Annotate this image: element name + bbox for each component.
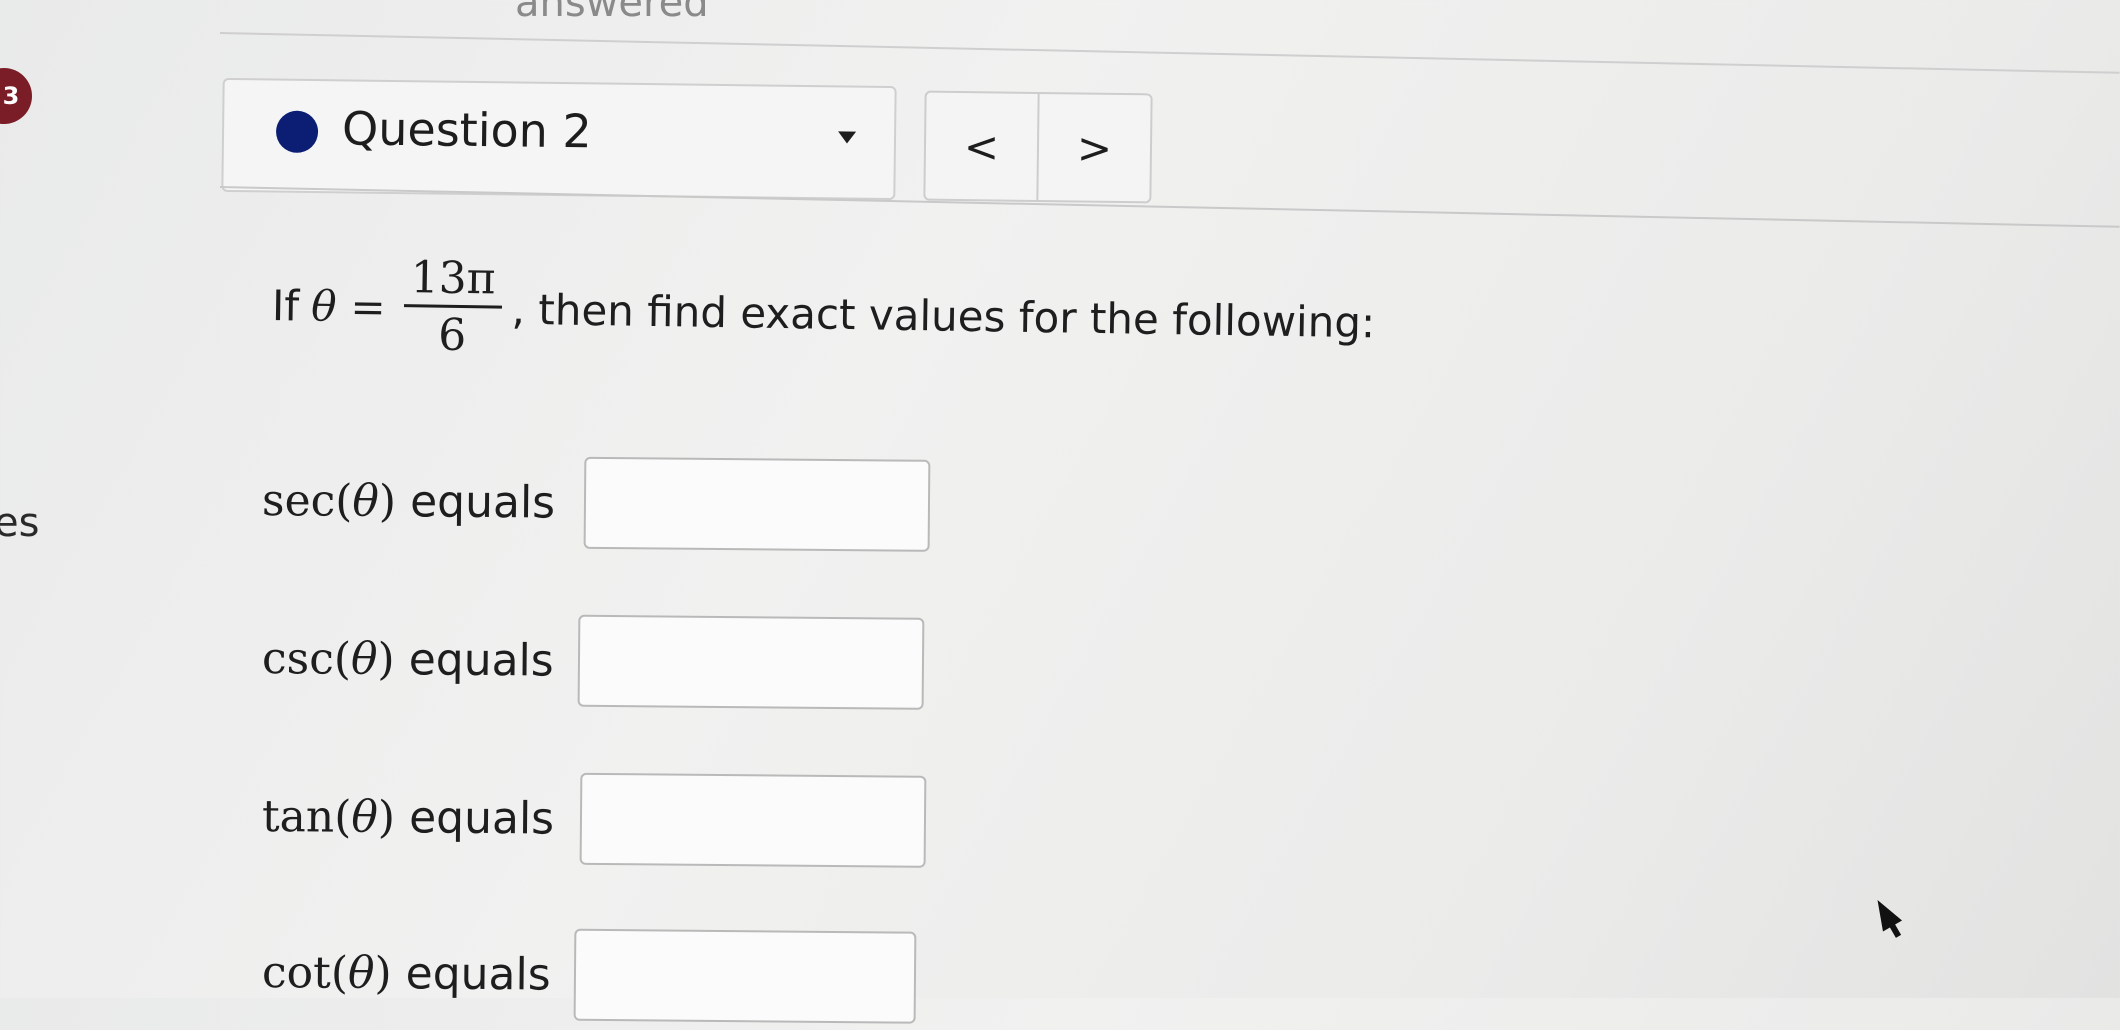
sec-function-name: sec(θ)	[261, 474, 397, 527]
problem-prefix: If	[271, 280, 300, 330]
question-label: Question 2	[341, 101, 593, 159]
tan-label: tan(θ) equals	[262, 791, 580, 845]
problem-statement: If θ = 13π 6 , then find exact values fo…	[271, 250, 1573, 380]
mouse-pointer-icon	[1867, 894, 1903, 932]
tan-equals-text: equals	[408, 791, 555, 845]
sec-equals-text: equals	[409, 475, 556, 529]
content-divider	[219, 186, 2120, 228]
previous-question-button[interactable]: <	[925, 93, 1037, 200]
cot-function-name: cot(θ)	[261, 946, 392, 999]
theta-symbol: θ	[310, 281, 337, 331]
next-question-button[interactable]: >	[1036, 93, 1151, 202]
equals-sign: =	[350, 281, 387, 332]
chevron-down-icon	[837, 131, 857, 144]
side-partial-text: es	[0, 500, 40, 546]
question-dropdown[interactable]: Question 2	[221, 77, 897, 201]
csc-answer-row: csc(θ) equals	[262, 608, 1163, 716]
csc-label: csc(θ) equals	[262, 633, 578, 687]
cot-equals-text: equals	[405, 947, 551, 1001]
csc-equals-text: equals	[408, 633, 554, 687]
csc-function-name: csc(θ)	[261, 632, 395, 685]
cot-label: cot(θ) equals	[262, 947, 574, 1001]
tan-answer-input[interactable]	[579, 772, 927, 868]
theta-fraction: 13π 6	[403, 252, 503, 365]
csc-answer-input[interactable]	[577, 614, 925, 710]
problem-instruction: , then find exact values for the followi…	[511, 284, 1376, 347]
cot-answer-input[interactable]	[573, 928, 917, 1024]
sec-label: sec(θ) equals	[262, 475, 584, 529]
tan-answer-row: tan(θ) equals	[262, 766, 1163, 874]
sec-answer-row: sec(θ) equals	[262, 450, 1163, 558]
question-status-dot	[275, 110, 319, 154]
question-navigation: < >	[923, 90, 1153, 204]
answered-status-text: answered	[515, 0, 709, 26]
sec-answer-input[interactable]	[583, 456, 931, 552]
fraction-denominator: 6	[437, 309, 467, 361]
header-divider	[219, 32, 2120, 74]
cot-answer-row: cot(θ) equals	[262, 922, 1163, 1030]
tan-function-name: tan(θ)	[261, 790, 396, 843]
side-count-badge: 3	[0, 68, 32, 124]
fraction-numerator: 13π	[410, 251, 496, 305]
